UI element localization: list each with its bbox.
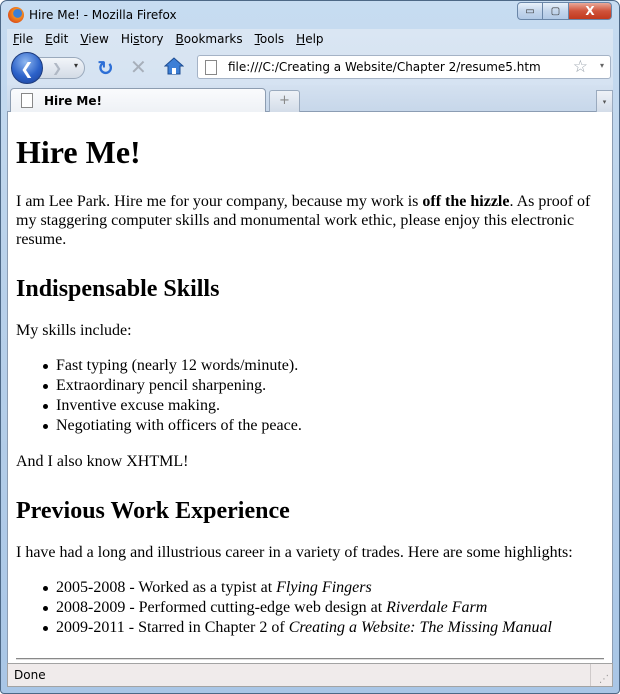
maximize-icon: ▢ (550, 5, 561, 17)
page-content: Hire Me! I am Lee Park. Hire me for your… (7, 112, 613, 663)
skill-item: Negotiating with officers of the peace. (43, 416, 604, 436)
menu-bar: File Edit View History Bookmarks Tools H… (7, 31, 330, 50)
work-intro: I have had a long and illustrious career… (16, 544, 573, 561)
menu-tools[interactable]: Tools (249, 31, 291, 50)
work-list: 2005-2008 - Worked as a typist at Flying… (16, 578, 604, 638)
browser-toolbar-area: File Edit View History Bookmarks Tools H… (7, 29, 613, 113)
close-icon: X (585, 4, 595, 18)
window-title: Hire Me! - Mozilla Firefox (29, 8, 177, 22)
chevron-down-icon: ▾ (602, 98, 607, 106)
stop-button[interactable]: ✕ (130, 55, 147, 79)
skills-heading: Indispensable Skills (16, 276, 220, 302)
menu-help[interactable]: Help (290, 31, 329, 50)
work-item: 2008-2009 - Performed cutting-edge web d… (43, 598, 604, 618)
work-item: 2005-2008 - Worked as a typist at Flying… (43, 578, 604, 598)
stop-icon: ✕ (130, 55, 147, 79)
tab-bar: Hire Me! + ▾ (7, 85, 613, 113)
list-all-tabs-button[interactable]: ▾ (596, 90, 613, 112)
menu-edit[interactable]: Edit (39, 31, 74, 50)
page-icon (21, 93, 33, 108)
status-bar: Done (7, 663, 613, 687)
reload-icon: ↻ (97, 56, 114, 80)
navigation-toolbar: ❯ ▾ ❮ ↻ ✕ file:///C:/Creating a Website/… (7, 50, 613, 84)
address-bar[interactable]: file:///C:/Creating a Website/Chapter 2/… (197, 55, 611, 79)
work-heading: Previous Work Experience (16, 498, 290, 524)
home-icon (163, 57, 185, 75)
minimize-button[interactable]: ▭ (517, 2, 543, 20)
intro-paragraph: I am Lee Park. Hire me for your company,… (16, 193, 591, 248)
new-tab-button[interactable]: + (269, 90, 300, 112)
url-input[interactable]: file:///C:/Creating a Website/Chapter 2/… (228, 60, 541, 74)
firefox-logo-icon (8, 7, 24, 23)
resize-grip-icon[interactable] (590, 664, 612, 686)
minimize-icon: ▭ (525, 5, 535, 17)
reload-button[interactable]: ↻ (97, 56, 114, 80)
page-heading: Hire Me! (16, 134, 141, 170)
back-button[interactable]: ❮ (11, 52, 43, 84)
skills-outro: And I also know XHTML! (16, 453, 189, 470)
menu-bookmarks[interactable]: Bookmarks (170, 31, 249, 50)
back-arrow-icon: ❮ (20, 58, 34, 78)
close-button[interactable]: X (569, 2, 612, 20)
window-controls: ▭ ▢ X (517, 2, 612, 20)
plus-icon: + (279, 93, 290, 108)
horizontal-rule (16, 658, 604, 660)
home-button[interactable] (163, 57, 185, 75)
skill-item: Fast typing (nearly 12 words/minute). (43, 356, 604, 376)
history-dropdown-icon[interactable]: ▾ (74, 61, 78, 70)
tab-label: Hire Me! (44, 94, 102, 108)
url-history-dropdown-icon[interactable]: ▾ (600, 61, 604, 70)
menu-file[interactable]: File (7, 31, 39, 50)
bookmark-star-icon[interactable]: ☆ (573, 57, 588, 77)
menu-history[interactable]: History (115, 31, 170, 50)
emphasis-text: off the hizzle (422, 193, 510, 210)
page-icon (205, 60, 217, 75)
work-item: 2009-2011 - Starred in Chapter 2 of Crea… (43, 618, 604, 638)
maximize-button[interactable]: ▢ (543, 2, 569, 20)
status-text: Done (14, 668, 46, 682)
menu-view[interactable]: View (74, 31, 114, 50)
skills-list: Fast typing (nearly 12 words/minute). Ex… (16, 356, 604, 436)
title-bar[interactable]: Hire Me! - Mozilla Firefox ▭ ▢ X (1, 1, 619, 29)
skill-item: Inventive excuse making. (43, 396, 604, 416)
skills-intro: My skills include: (16, 322, 132, 339)
tab-hire-me[interactable]: Hire Me! (10, 88, 266, 113)
forward-arrow-icon: ❯ (52, 61, 63, 75)
skill-item: Extraordinary pencil sharpening. (43, 376, 604, 396)
